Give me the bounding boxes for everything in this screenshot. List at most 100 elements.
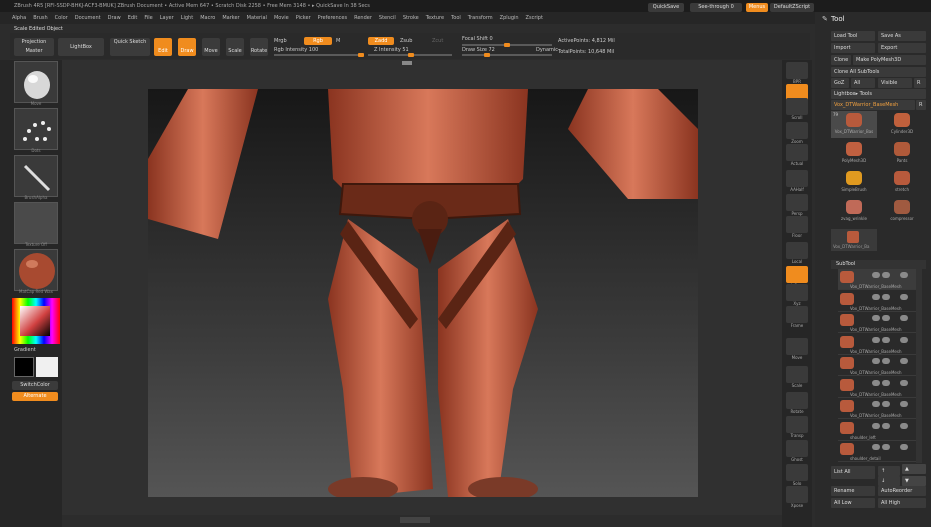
subtool-toggle-icon[interactable]	[882, 358, 890, 364]
subtool-list[interactable]: Vox_DTWarrior_BaseMesh Vox_DTWarrior_Base…	[838, 269, 926, 463]
menu-document[interactable]: Document	[75, 15, 101, 21]
move-down-alt-button[interactable]: ▼	[902, 476, 926, 486]
menu-brush[interactable]: Brush	[33, 15, 47, 21]
rightstrip-persp-button[interactable]	[786, 194, 808, 211]
subtool-toggle-icon[interactable]	[882, 272, 890, 278]
edit-button[interactable]: Edit	[154, 38, 172, 56]
subtool-toggle-icon[interactable]	[872, 272, 880, 278]
menu-transform[interactable]: Transform	[468, 15, 493, 21]
tool-thumb[interactable]: Cylinder3D	[879, 111, 925, 138]
rightstrip-ghost-button[interactable]	[786, 440, 808, 457]
subtool-toggle-icon[interactable]	[900, 358, 908, 364]
menu-macro[interactable]: Macro	[200, 15, 215, 21]
menu-stencil[interactable]: Stencil	[379, 15, 396, 21]
goz-all-button[interactable]: All	[851, 78, 875, 88]
gradient-toggle[interactable]: Gradient	[14, 347, 36, 353]
lightbox-button[interactable]: LightBox	[58, 38, 104, 56]
move-button[interactable]: Move	[202, 38, 220, 56]
menu-file[interactable]: File	[144, 15, 152, 21]
m-toggle[interactable]: M	[336, 38, 340, 44]
z-intensity-slider[interactable]	[368, 53, 452, 57]
clone-button[interactable]: Clone	[831, 55, 851, 65]
secondary-color-swatch[interactable]	[14, 357, 34, 377]
tool-thumb[interactable]: Pants	[879, 140, 925, 167]
subtool-toggle-icon[interactable]	[872, 293, 880, 300]
menu-movie[interactable]: Movie	[274, 15, 289, 21]
current-tool-r-button[interactable]: R	[916, 100, 926, 110]
subtool-toggle-icon[interactable]	[900, 401, 908, 407]
lightbox-tools-button[interactable]: Lightbox▸ Tools	[831, 89, 926, 99]
zadd-toggle[interactable]: Zadd	[368, 37, 394, 45]
menu-tool[interactable]: Tool	[451, 15, 461, 21]
tool-thumb[interactable]: zvag_wrinkle	[831, 198, 877, 225]
menu-texture[interactable]: Texture	[426, 15, 444, 21]
subtool-row[interactable]: Vox_DTWarrior_BaseMesh	[838, 398, 916, 419]
rightstrip-aahalf-button[interactable]	[786, 170, 808, 187]
subtool-toggle-icon[interactable]	[872, 401, 880, 407]
subtool-scrollbar[interactable]	[916, 269, 922, 463]
subtool-row[interactable]: shoulder_detail	[838, 441, 916, 462]
menu-edit[interactable]: Edit	[128, 15, 138, 21]
move-down-button[interactable]: ↓	[878, 476, 900, 486]
rotate-button[interactable]: Rotate	[250, 38, 268, 56]
rightstrip-l-sym-button[interactable]	[786, 266, 808, 283]
zcut-toggle[interactable]: Zcut	[432, 38, 443, 44]
make-polymesh-button[interactable]: Make PolyMesh3D	[853, 55, 926, 65]
menu-render[interactable]: Render	[354, 15, 372, 21]
canvas-grip-top[interactable]	[402, 61, 412, 65]
rightstrip-xyz-button[interactable]	[786, 284, 808, 301]
stroke-selector[interactable]	[14, 108, 58, 150]
rightstrip-actual-button[interactable]	[786, 144, 808, 161]
clone-all-subtools-button[interactable]: Clone All SubTools	[831, 67, 926, 77]
subtool-toggle-icon[interactable]	[882, 401, 890, 407]
projection-master-button[interactable]: Projection Master	[14, 38, 54, 56]
subtool-toggle-icon[interactable]	[882, 444, 890, 450]
focal-shift-slider[interactable]	[462, 43, 552, 47]
tool-thumb[interactable]: compressor	[879, 198, 925, 225]
tool-thumb[interactable]: SimpleBrush	[831, 169, 877, 196]
3d-viewport[interactable]	[148, 89, 698, 497]
menu-picker[interactable]: Picker	[296, 15, 311, 21]
subtool-toggle-icon[interactable]	[872, 444, 880, 450]
subtool-toggle-icon[interactable]	[872, 358, 880, 364]
draw-size-slider[interactable]	[462, 53, 552, 57]
canvas-grip-bottom[interactable]	[400, 517, 430, 523]
subtool-header[interactable]: SubTool	[831, 260, 926, 269]
mrgb-toggle[interactable]: Mrgb	[274, 38, 287, 44]
menu-stroke[interactable]: Stroke	[403, 15, 419, 21]
subtool-toggle-icon[interactable]	[872, 422, 880, 429]
quicksave-button[interactable]: QuickSave	[648, 3, 684, 12]
subtool-row[interactable]: shoulder_left	[838, 420, 916, 441]
alternate-button[interactable]: Alternate	[12, 392, 58, 401]
load-tool-button[interactable]: Load Tool	[831, 31, 875, 41]
rgb-toggle[interactable]: Rgb	[304, 37, 332, 45]
subtool-toggle-icon[interactable]	[872, 336, 880, 343]
rightstrip-frame-button[interactable]	[786, 306, 808, 323]
main-color-swatch[interactable]	[36, 357, 58, 377]
texture-selector[interactable]	[14, 202, 58, 244]
list-all-button[interactable]: List All	[831, 466, 875, 479]
brush-selector[interactable]	[14, 61, 58, 103]
menu-marker[interactable]: Marker	[222, 15, 239, 21]
menu-alpha[interactable]: Alpha	[12, 15, 26, 21]
subtool-toggle-icon[interactable]	[900, 379, 908, 386]
current-tool-slider[interactable]: Vox_DTWarrior_BaseMesh	[831, 100, 915, 110]
menu-material[interactable]: Material	[247, 15, 267, 21]
menu-zplugin[interactable]: Zplugin	[500, 15, 519, 21]
color-picker-square[interactable]	[20, 306, 50, 336]
menu-draw[interactable]: Draw	[108, 15, 121, 21]
dynamic-toggle[interactable]: Dynamic	[536, 47, 558, 53]
subtool-toggle-icon[interactable]	[900, 315, 908, 321]
goz-button[interactable]: GoZ	[831, 78, 849, 88]
rightstrip-scale-button[interactable]	[786, 366, 808, 383]
goz-r-button[interactable]: R	[914, 78, 926, 88]
subtool-toggle-icon[interactable]	[900, 422, 908, 429]
rightstrip-solo-button[interactable]	[786, 464, 808, 481]
subtool-row[interactable]: Vox_DTWarrior_BaseMesh	[838, 377, 916, 398]
subtool-row[interactable]: Vox_DTWarrior_BaseMesh	[838, 355, 916, 376]
subtool-toggle-icon[interactable]	[882, 379, 890, 386]
scale-button[interactable]: Scale	[226, 38, 244, 56]
rgb-intensity-slider[interactable]	[274, 53, 364, 57]
rightstrip-floor-button[interactable]	[786, 216, 808, 233]
extra-tool-thumb[interactable]: Vox_DTWarrior_Ba	[831, 229, 877, 251]
